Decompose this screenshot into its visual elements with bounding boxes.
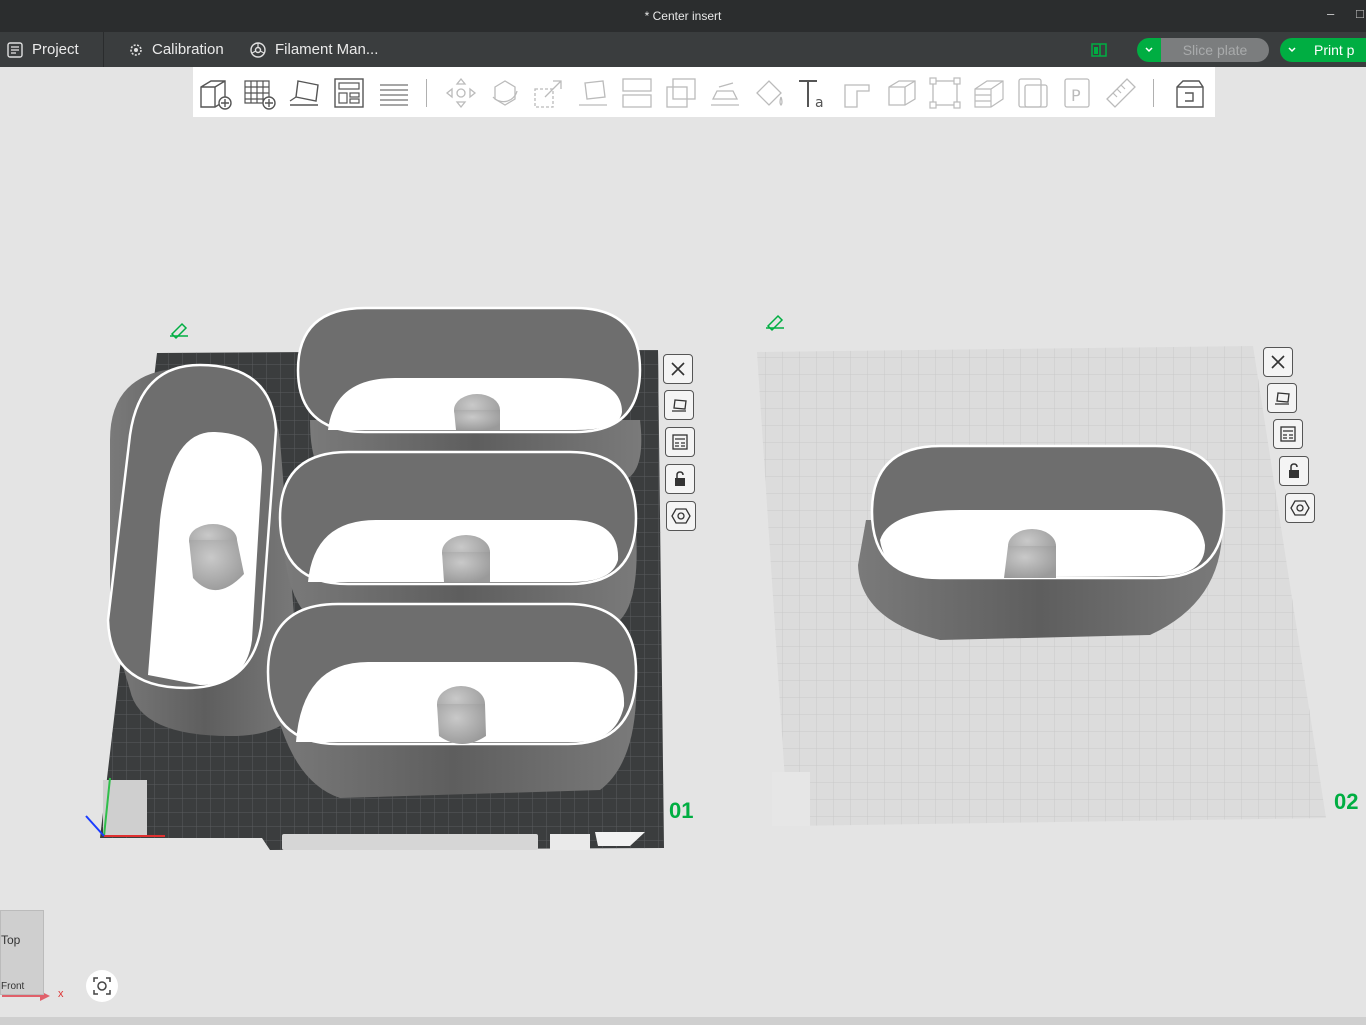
rotate-icon[interactable] (487, 75, 523, 111)
x-axis-label: x (58, 988, 64, 1000)
plate-label-icons (550, 834, 590, 850)
toolbar-divider (1153, 79, 1154, 107)
plate-01-lock-button[interactable] (665, 464, 695, 494)
menu-filament[interactable]: Filament Man... (249, 32, 378, 67)
chevron-down-icon (1145, 46, 1153, 52)
menu-project[interactable]: Project (6, 32, 79, 67)
lock-icon (1289, 463, 1299, 478)
nav-cube-top-face[interactable]: Top (1, 933, 20, 947)
placeholder-icon[interactable]: P (1059, 75, 1095, 111)
filament-icon (250, 41, 266, 58)
arrange-icon[interactable] (331, 75, 367, 111)
object-capsule-plate-02[interactable] (858, 444, 1226, 640)
window-title: * Center insert (644, 9, 722, 23)
arrange-plate-icon (672, 434, 688, 450)
minimize-icon[interactable]: – (1327, 6, 1334, 21)
svg-text:P: P (1071, 86, 1081, 105)
move-icon[interactable] (443, 75, 479, 111)
orient-plate-icon (672, 399, 687, 412)
svg-text:a: a (815, 95, 824, 111)
toolbar-divider (426, 79, 427, 107)
variable-layer-icon[interactable] (971, 75, 1007, 111)
lay-on-face-icon[interactable] (575, 75, 611, 111)
nav-cube-front-face[interactable]: Front (1, 981, 24, 992)
menu-bar: Project Calibration Filament Man... Slic… (0, 32, 1366, 67)
cut-icon[interactable] (707, 75, 743, 111)
print-dropdown-button[interactable] (1280, 37, 1304, 62)
menu-filament-label: Filament Man... (275, 41, 379, 58)
status-bar (0, 1017, 1366, 1025)
3d-viewport[interactable]: 01 02 (0, 117, 1366, 1017)
plate-origin-marker (772, 772, 810, 826)
menu-calibration[interactable]: Calibration (128, 32, 224, 67)
settings-icon (1290, 500, 1310, 516)
plate-02-number: 02 (1334, 789, 1359, 814)
calibration-icon (130, 43, 142, 56)
print-button-group: Print p (1280, 37, 1366, 62)
plate-01-number: 01 (669, 798, 694, 823)
plate-02-orient-button[interactable] (1267, 383, 1297, 413)
boolean-icon[interactable] (927, 75, 963, 111)
slice-button-group: Slice plate (1137, 37, 1269, 62)
menu-divider (103, 32, 104, 67)
zoom-to-fit-button[interactable] (86, 970, 118, 1002)
paint-icon[interactable] (751, 75, 787, 111)
plate-01-orient-button[interactable] (664, 390, 694, 420)
slice-plate-button[interactable]: Slice plate (1161, 37, 1269, 62)
assembly-icon[interactable] (1015, 75, 1051, 111)
menu-project-label: Project (32, 41, 79, 58)
plate-02-delete-button[interactable] (1263, 347, 1293, 377)
settings-icon (671, 508, 691, 524)
support-paint-icon[interactable] (839, 75, 875, 111)
arrange-plate-icon (1280, 426, 1296, 442)
object-capsule-bottom[interactable] (266, 602, 638, 798)
plate-02-settings-button[interactable] (1285, 493, 1315, 523)
scene (2, 306, 1326, 1001)
split-parts-icon[interactable] (663, 75, 699, 111)
print-plate-button[interactable]: Print p (1304, 37, 1366, 62)
split-objects-icon[interactable] (619, 75, 655, 111)
title-bar: * Center insert – □ (0, 0, 1366, 32)
edit-plate-name-icon[interactable] (766, 314, 784, 332)
object-capsule-middle[interactable] (278, 450, 638, 625)
close-icon (1271, 355, 1285, 369)
main-toolbar: a P (193, 67, 1215, 117)
plate-01-delete-button[interactable] (663, 354, 693, 384)
plate-label-strip (282, 834, 538, 850)
auto-orient-icon[interactable] (286, 75, 322, 111)
measure-icon[interactable] (1103, 75, 1139, 111)
plate-02-lock-button[interactable] (1279, 456, 1309, 486)
layers-list-icon[interactable] (376, 75, 412, 111)
text-icon[interactable]: a (795, 75, 831, 111)
plate-01-settings-button[interactable] (666, 501, 696, 531)
close-icon (671, 362, 685, 376)
add-plate-icon[interactable] (241, 75, 277, 111)
orient-plate-icon (1275, 392, 1290, 405)
layout-panel-icon[interactable] (1090, 41, 1108, 63)
assembly-view-icon[interactable] (1171, 75, 1207, 111)
add-object-icon[interactable] (197, 75, 233, 111)
plate-01-arrange-button[interactable] (665, 427, 695, 457)
lock-icon (675, 471, 685, 486)
plate-02-arrange-button[interactable] (1273, 419, 1303, 449)
project-icon (7, 41, 23, 58)
scale-icon[interactable] (531, 75, 567, 111)
slice-dropdown-button[interactable] (1137, 37, 1161, 62)
view-navigation-cube[interactable]: Top Front (0, 910, 44, 995)
seam-paint-icon[interactable] (883, 75, 919, 111)
focus-target-icon (93, 977, 111, 995)
edit-plate-name-icon[interactable] (170, 322, 188, 340)
chevron-down-icon (1288, 46, 1296, 52)
maximize-icon[interactable]: □ (1356, 6, 1364, 21)
menu-calibration-label: Calibration (152, 41, 224, 58)
